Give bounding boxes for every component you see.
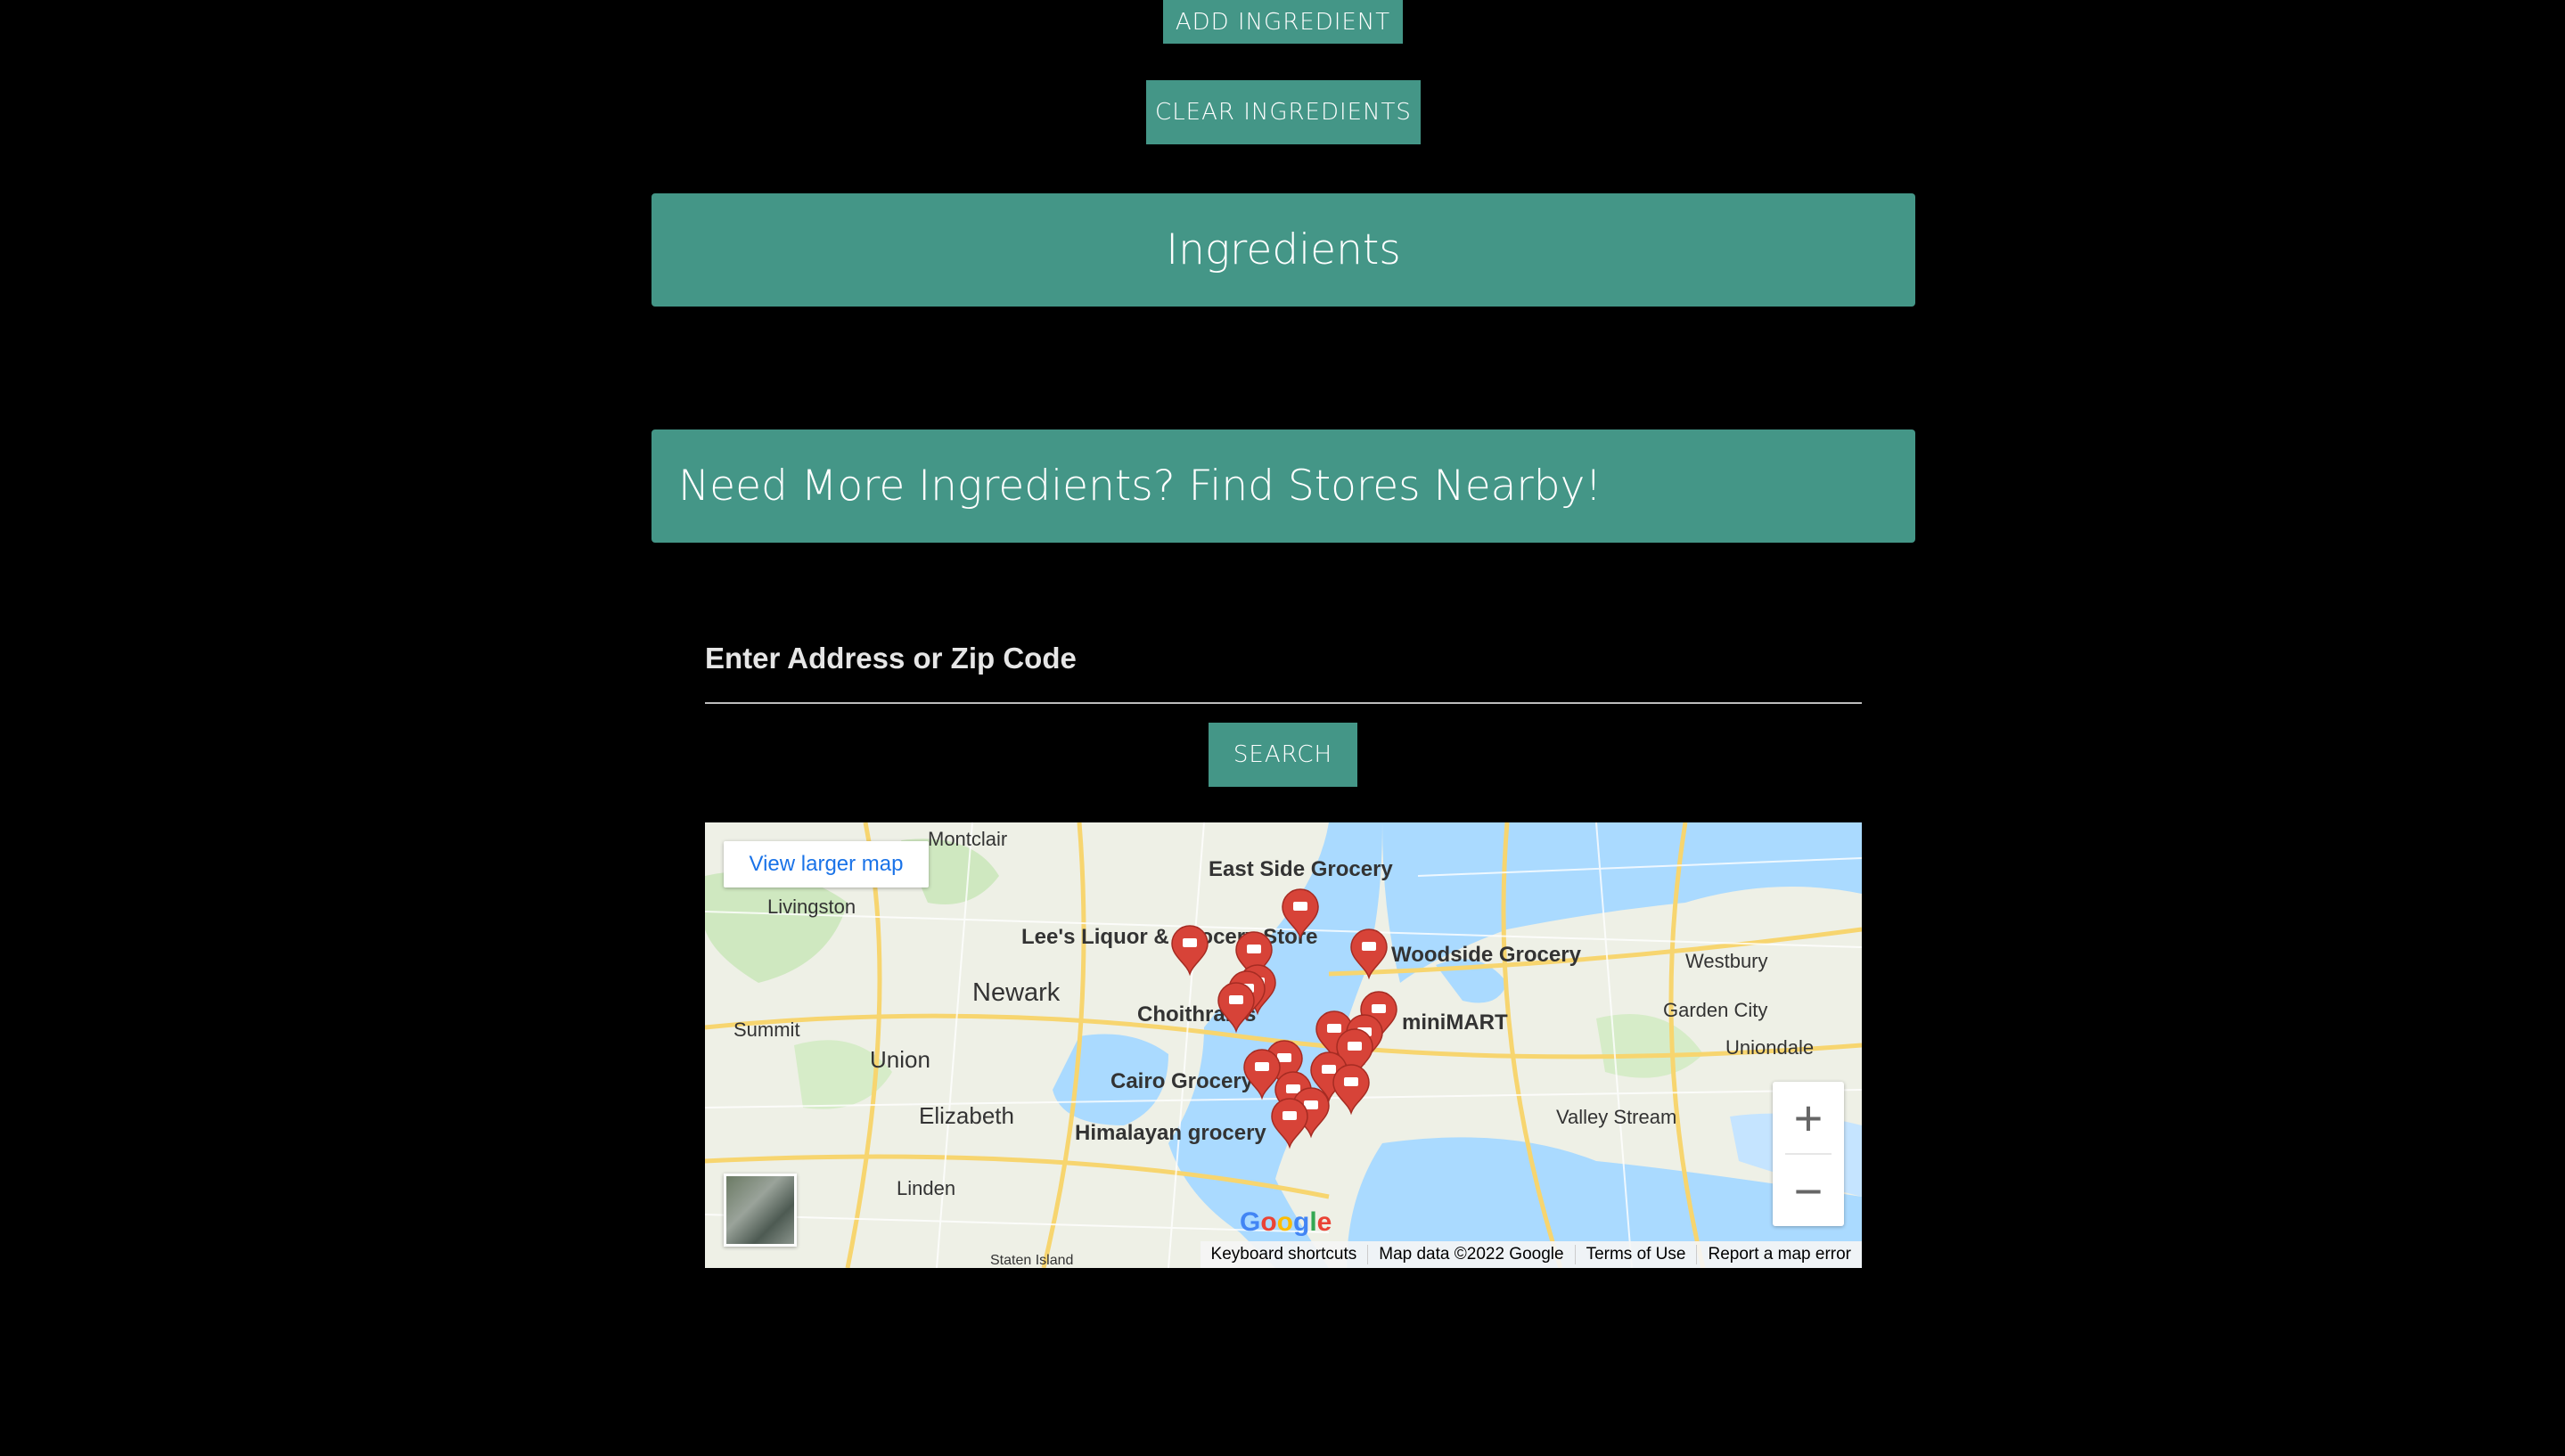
place-label: Valley Stream	[1556, 1106, 1676, 1128]
place-label: Westbury	[1685, 950, 1768, 972]
clear-ingredients-button[interactable]: CLEAR INGREDIENTS	[1146, 80, 1421, 144]
map-canvas[interactable]: Montclair Livingston Newark Summit Union…	[705, 822, 1862, 1268]
terms-link[interactable]: Terms of Use	[1576, 1245, 1698, 1264]
place-label: Garden City	[1663, 999, 1767, 1021]
store-label: miniMART	[1402, 1010, 1508, 1035]
report-error-link[interactable]: Report a map error	[1697, 1245, 1862, 1264]
zoom-out-button[interactable]: −	[1773, 1155, 1844, 1226]
keyboard-shortcuts-link[interactable]: Keyboard shortcuts	[1201, 1245, 1369, 1264]
store-label: Himalayan grocery	[1075, 1121, 1266, 1145]
add-ingredient-button[interactable]: ADD INGREDIENT	[1163, 0, 1403, 44]
search-button[interactable]: SEARCH	[1209, 723, 1357, 787]
map-footer: Keyboard shortcuts Map data ©2022 Google…	[1200, 1241, 1862, 1268]
address-input-underline	[705, 702, 1862, 704]
place-label: Newark	[972, 978, 1061, 1007]
store-label: Woodside Grocery	[1391, 943, 1582, 967]
store-label: Lee's Liquor & Grocery Store	[1021, 925, 1317, 949]
store-label: Cairo Grocery	[1110, 1069, 1254, 1093]
place-label: Summit	[733, 1018, 800, 1041]
map-data-text: Map data ©2022 Google	[1368, 1245, 1576, 1264]
ingredients-panel: Ingredients	[651, 193, 1915, 307]
view-larger-map-link[interactable]: View larger map	[724, 841, 929, 888]
place-label: Elizabeth	[919, 1102, 1014, 1129]
place-label: Staten Island	[990, 1253, 1073, 1268]
zoom-in-button[interactable]: +	[1773, 1082, 1844, 1153]
place-label: Uniondale	[1725, 1036, 1814, 1059]
place-label: Union	[870, 1046, 930, 1073]
google-logo: Google	[1240, 1207, 1332, 1237]
store-map[interactable]: Montclair Livingston Newark Summit Union…	[705, 822, 1862, 1268]
place-label: Montclair	[928, 828, 1007, 850]
place-label: Livingston	[767, 896, 856, 918]
stores-panel: Need More Ingredients? Find Stores Nearb…	[651, 429, 1915, 543]
address-input[interactable]: Enter Address or Zip Code	[705, 642, 1077, 675]
zoom-control: + −	[1773, 1082, 1844, 1226]
ingredients-title: Ingredients	[1166, 225, 1401, 274]
place-label: Linden	[897, 1177, 955, 1199]
stores-title: Need More Ingredients? Find Stores Nearb…	[678, 462, 1602, 511]
satellite-toggle[interactable]	[724, 1174, 797, 1247]
store-label: East Side Grocery	[1209, 857, 1393, 881]
